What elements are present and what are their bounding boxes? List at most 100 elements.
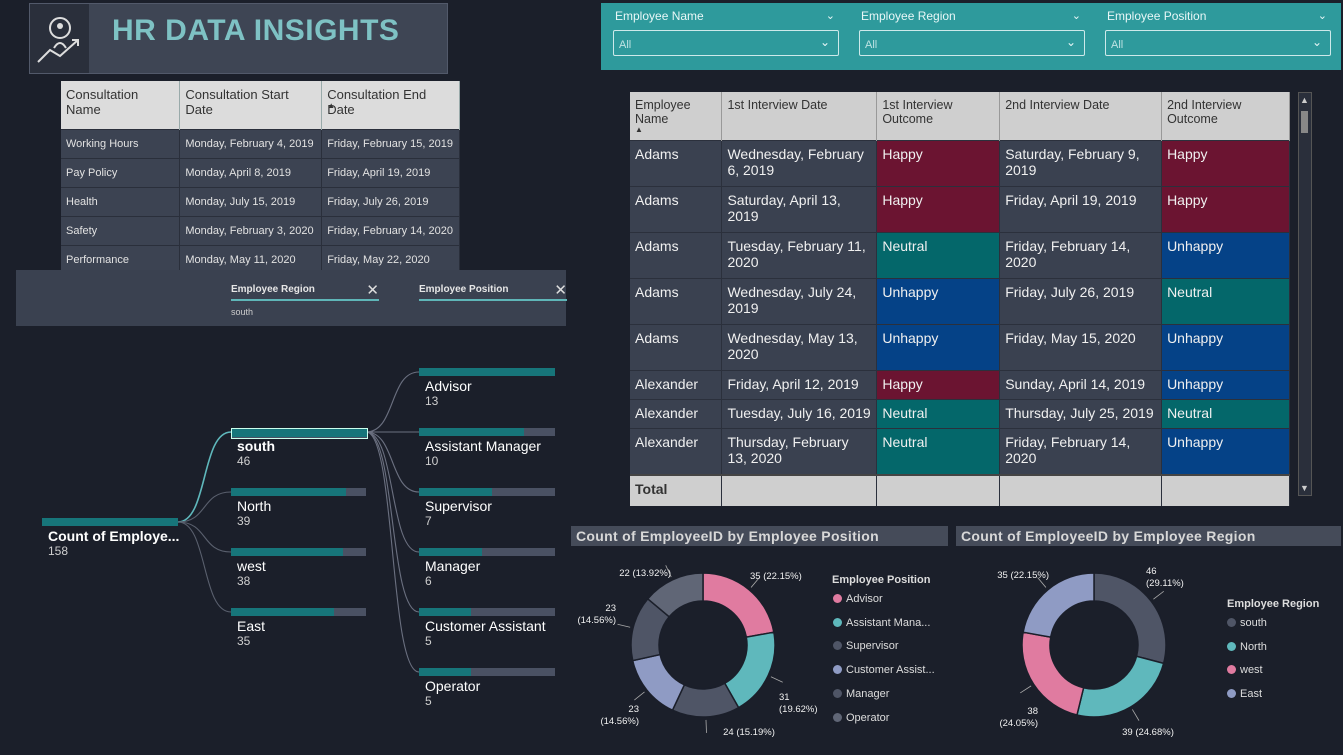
donut-slice[interactable]: [1022, 572, 1095, 639]
tree-node-bar[interactable]: [231, 488, 366, 496]
legend-item[interactable]: Advisor: [833, 593, 883, 605]
table-row[interactable]: Health Monday, July 15, 2019 Friday, July …: [61, 187, 460, 217]
legend-label: Advisor: [846, 593, 883, 605]
legend-item[interactable]: south: [1227, 617, 1267, 629]
donut-slice[interactable]: [702, 572, 775, 639]
interview-table: Employee Name ▲ 1st Interview Date 1st In…: [630, 92, 1290, 506]
slicer-employee-name[interactable]: Employee Name ⌄ All ⌄: [613, 3, 841, 63]
tree-node-bar[interactable]: [231, 548, 366, 556]
table-row[interactable]: Alexander Thursday, February 13, 2020 Neut…: [630, 428, 1290, 475]
tree-node-value: 35: [237, 634, 251, 648]
column-header[interactable]: Employee Name ▲: [630, 92, 723, 141]
column-header[interactable]: Consultation Name: [61, 81, 181, 130]
tree-node-label: Manager: [425, 558, 481, 574]
tree-node-bar[interactable]: [419, 608, 555, 616]
filter-label: Employee Position: [419, 284, 567, 301]
table-row[interactable]: Pay Policy Monday, April 8, 2019 Friday, A…: [61, 158, 460, 188]
table-cell: Working Hours: [61, 129, 181, 159]
table-row[interactable]: Adams Tuesday, February 11, 2020 Neutral Fr…: [630, 232, 1290, 279]
legend-swatch: [1227, 665, 1236, 675]
table-row[interactable]: Working Hours Monday, February 4, 2019 Fri…: [61, 129, 460, 159]
outcome-cell: Neutral: [1161, 278, 1290, 325]
tree-node-bar[interactable]: [419, 368, 555, 376]
legend-swatch: [1227, 689, 1236, 699]
legend-label: Customer Assist...: [846, 664, 935, 677]
tree-node-label: Customer Assistant: [425, 618, 546, 634]
donut-slice[interactable]: [631, 653, 686, 712]
table-row[interactable]: Alexander Friday, April 12, 2019 Happy Sund…: [630, 370, 1290, 400]
scroll-up-icon[interactable]: ▲: [1300, 95, 1309, 105]
filter-chip-region[interactable]: Employee Region ✕ south: [231, 281, 379, 317]
table-row[interactable]: Adams Saturday, April 13, 2019 Happy Friday…: [630, 186, 1290, 233]
outcome-cell: Happy: [876, 140, 1001, 187]
data-label: 23 (14.56%): [577, 603, 616, 626]
legend-item[interactable]: Operator: [833, 712, 889, 724]
slicer-employee-region[interactable]: Employee Region ⌄ All ⌄: [859, 3, 1087, 63]
chevron-down-icon[interactable]: ⌄: [1312, 35, 1322, 49]
tree-node-bar[interactable]: [419, 668, 555, 676]
tree-node-label: Supervisor: [425, 498, 492, 514]
donut-slice[interactable]: [1076, 655, 1165, 718]
column-header[interactable]: Consultation Start Date: [179, 81, 323, 130]
close-icon[interactable]: ✕: [366, 281, 379, 299]
scroll-thumb[interactable]: [1301, 111, 1308, 133]
chevron-down-icon[interactable]: ⌄: [1072, 9, 1081, 22]
tree-node-bar[interactable]: [231, 608, 366, 616]
slicer-dropdown[interactable]: All ⌄: [1105, 30, 1331, 56]
column-header[interactable]: 1st Interview Outcome: [876, 92, 1001, 141]
legend-item[interactable]: Supervisor: [833, 640, 899, 652]
tree-node-bar[interactable]: [419, 488, 555, 496]
interview-table-container: Employee Name ▲ 1st Interview Date 1st In…: [630, 92, 1290, 506]
donut-chart-position[interactable]: 35 (22.15%) 31 (19.62%) 24 (15.19%) 23 (14.56…: [571, 548, 831, 748]
scroll-down-icon[interactable]: ▼: [1300, 483, 1309, 493]
tree-node-bar[interactable]: [42, 518, 178, 526]
close-icon[interactable]: ✕: [554, 281, 567, 299]
leader-line: [705, 719, 707, 733]
legend-item[interactable]: west: [1227, 664, 1263, 676]
table-cell: Sunday, April 14, 2019: [999, 370, 1163, 400]
table-cell: Thursday, February 13, 2020: [721, 428, 878, 475]
table-scrollbar[interactable]: ▲ ▼: [1298, 92, 1312, 496]
table-cell: Wednesday, May 13, 2020: [721, 324, 878, 371]
table-row[interactable]: Alexander Tuesday, July 16, 2019 Neutral Th…: [630, 399, 1290, 429]
legend-swatch: [833, 641, 842, 651]
tree-node-label: south: [237, 438, 276, 454]
slicer-employee-position[interactable]: Employee Position ⌄ All ⌄: [1105, 3, 1333, 63]
chevron-down-icon[interactable]: ⌄: [1066, 35, 1076, 49]
column-header[interactable]: 2nd Interview Date: [999, 92, 1163, 141]
tree-node-bar[interactable]: [419, 428, 555, 436]
column-header[interactable]: 1st Interview Date: [721, 92, 878, 141]
legend-item[interactable]: North: [1227, 641, 1267, 653]
column-header[interactable]: Consultation End Date ▲: [321, 81, 460, 130]
table-row[interactable]: Adams Wednesday, February 6, 2019 Happy Sat…: [630, 140, 1290, 187]
slicer-label: Employee Name: [615, 9, 704, 23]
legend-label: Operator: [846, 711, 890, 724]
leader-line: [617, 623, 631, 628]
chevron-down-icon[interactable]: ⌄: [826, 9, 835, 22]
legend-item[interactable]: Customer Assist...: [833, 664, 935, 676]
table-cell: Wednesday, February 6, 2019: [721, 140, 878, 187]
table-row[interactable]: Safety Monday, February 3, 2020 Friday, Fe…: [61, 216, 460, 246]
donut-slice[interactable]: [1021, 631, 1085, 716]
slicer-dropdown[interactable]: All ⌄: [613, 30, 839, 56]
chevron-down-icon[interactable]: ⌄: [820, 35, 830, 49]
tree-node-bar[interactable]: [419, 548, 555, 556]
table-row[interactable]: Adams Wednesday, May 13, 2020 Unhappy Frida…: [630, 324, 1290, 371]
donut-chart-region[interactable]: 46 (29.11%) 39 (24.68%) 38 (24.05%) 35 (22.15…: [956, 548, 1224, 748]
tree-node-label: East: [237, 618, 266, 634]
table-cell: Adams: [630, 278, 723, 325]
table-row[interactable]: Adams Wednesday, July 24, 2019 Unhappy Frid…: [630, 278, 1290, 325]
chevron-down-icon[interactable]: ⌄: [1318, 9, 1327, 22]
legend-item[interactable]: Assistant Mana...: [833, 617, 930, 629]
filter-chip-position[interactable]: Employee Position ✕: [419, 281, 567, 307]
legend-item[interactable]: East: [1227, 688, 1262, 700]
slicer-dropdown[interactable]: All ⌄: [859, 30, 1085, 56]
legend-label: south: [1240, 617, 1267, 629]
outcome-cell: Unhappy: [1161, 232, 1290, 279]
slicer-value: All: [619, 39, 632, 51]
table-cell: Alexander: [630, 370, 723, 400]
column-header[interactable]: 2nd Interview Outcome: [1161, 92, 1290, 141]
sort-ascending-icon: ▲: [327, 101, 336, 110]
legend-item[interactable]: Manager: [833, 688, 889, 700]
tree-node-label: Assistant Manager: [425, 438, 541, 454]
